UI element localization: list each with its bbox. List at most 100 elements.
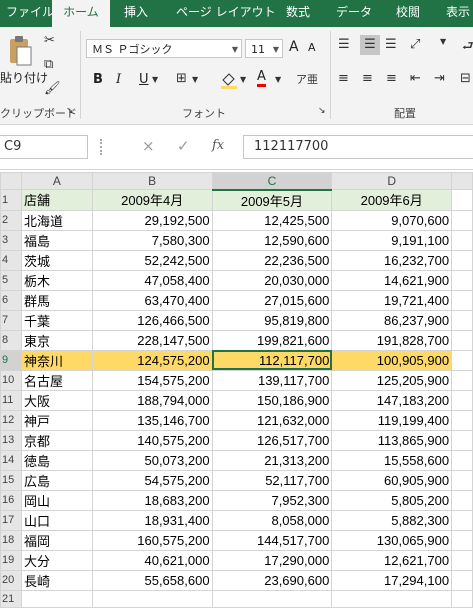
font-name-dropdown[interactable]: ＭＳ Ｐゴシック ▼	[86, 39, 242, 58]
name-box[interactable]: C9	[0, 135, 88, 159]
paste-icon[interactable]	[6, 35, 34, 67]
chevron-down-icon[interactable]: ▼	[192, 75, 198, 84]
tab-page-layout[interactable]: ページ レイアウト	[176, 0, 276, 27]
column-header[interactable]: B	[91, 172, 213, 190]
row-header[interactable]: 7	[0, 309, 22, 331]
empty-cell[interactable]	[451, 229, 473, 251]
value-cell[interactable]: 113,865,900	[331, 429, 453, 451]
empty-cell[interactable]	[331, 589, 453, 608]
phonetic-icon[interactable]: ア亜	[296, 71, 318, 87]
column-title-cell[interactable]: 店舗	[20, 189, 93, 211]
store-cell[interactable]: 茨城	[20, 249, 93, 271]
empty-cell[interactable]	[451, 569, 473, 591]
empty-cell[interactable]	[451, 209, 473, 231]
value-cell[interactable]: 17,290,000	[211, 549, 333, 571]
empty-cell[interactable]	[451, 269, 473, 291]
chevron-down-icon[interactable]: ▼	[152, 75, 158, 84]
value-cell[interactable]: 7,580,300	[91, 229, 213, 251]
merge-center-icon[interactable]: ⊟	[460, 71, 471, 86]
value-cell[interactable]: 14,621,900	[331, 269, 453, 291]
value-cell[interactable]: 55,658,600	[91, 569, 213, 591]
store-cell[interactable]: 広島	[20, 469, 93, 491]
column-title-cell[interactable]: 2009年4月	[91, 189, 213, 211]
value-cell[interactable]: 5,805,200	[331, 489, 453, 511]
store-cell[interactable]: 神奈川	[20, 349, 93, 371]
value-cell[interactable]: 147,183,200	[331, 389, 453, 411]
value-cell[interactable]: 19,721,400	[331, 289, 453, 311]
store-cell[interactable]: 岡山	[20, 489, 93, 511]
value-cell[interactable]: 18,683,200	[91, 489, 213, 511]
value-cell[interactable]: 12,590,600	[211, 229, 333, 251]
value-cell[interactable]: 126,517,700	[211, 429, 333, 451]
empty-cell[interactable]	[451, 189, 473, 211]
tab-file[interactable]: ファイル	[6, 0, 54, 27]
empty-cell[interactable]	[211, 589, 333, 608]
row-header[interactable]: 6	[0, 289, 22, 311]
row-header[interactable]: 9	[0, 349, 22, 371]
value-cell[interactable]: 40,621,000	[91, 549, 213, 571]
insert-function-icon[interactable]: fx	[212, 138, 224, 153]
empty-cell[interactable]	[451, 369, 473, 391]
value-cell[interactable]: 144,517,700	[211, 529, 333, 551]
value-cell[interactable]: 47,058,400	[91, 269, 213, 291]
align-middle-icon[interactable]: ☰	[360, 35, 380, 55]
value-cell[interactable]: 60,905,900	[331, 469, 453, 491]
store-cell[interactable]: 徳島	[20, 449, 93, 471]
row-header[interactable]: 18	[0, 529, 22, 551]
tab-home[interactable]: ホーム	[52, 0, 110, 27]
copy-icon[interactable]: ⧉	[44, 57, 53, 72]
tab-review[interactable]: 校閲	[396, 0, 420, 27]
store-cell[interactable]: 千葉	[20, 309, 93, 331]
row-header[interactable]: 16	[0, 489, 22, 511]
cut-icon[interactable]: ✂	[44, 33, 55, 48]
bold-button[interactable]: B	[93, 72, 103, 87]
tab-insert[interactable]: 挿入	[124, 0, 148, 27]
decrease-indent-icon[interactable]: ⇤	[410, 71, 421, 86]
store-cell[interactable]: 長崎	[20, 569, 93, 591]
empty-cell[interactable]	[451, 309, 473, 331]
tab-formulas[interactable]: 数式	[286, 0, 310, 27]
column-header[interactable]: D	[331, 172, 453, 190]
value-cell[interactable]: 9,070,600	[331, 209, 453, 231]
value-cell[interactable]: 29,192,500	[91, 209, 213, 231]
value-cell[interactable]: 5,882,300	[331, 509, 453, 531]
font-color-button[interactable]: A	[257, 70, 266, 87]
empty-cell[interactable]	[451, 449, 473, 471]
value-cell[interactable]: 16,232,700	[331, 249, 453, 271]
row-header[interactable]: 4	[0, 249, 22, 271]
cancel-icon[interactable]: ×	[142, 137, 155, 155]
value-cell[interactable]: 130,065,900	[331, 529, 453, 551]
empty-cell[interactable]	[91, 589, 213, 608]
value-cell[interactable]: 121,632,000	[211, 409, 333, 431]
empty-cell[interactable]	[451, 249, 473, 271]
value-cell[interactable]: 150,186,900	[211, 389, 333, 411]
wrap-text-icon[interactable]: ⮐	[462, 37, 473, 59]
empty-cell[interactable]	[451, 329, 473, 351]
row-header[interactable]: 19	[0, 549, 22, 571]
value-cell[interactable]: 63,470,400	[91, 289, 213, 311]
font-size-dropdown[interactable]: 11 ▼	[245, 39, 283, 58]
value-cell[interactable]: 52,242,500	[91, 249, 213, 271]
value-cell[interactable]: 100,905,900	[331, 349, 453, 371]
tab-view[interactable]: 表示	[446, 0, 470, 27]
tab-data[interactable]: データ	[336, 0, 372, 27]
chevron-down-icon[interactable]: ▼	[275, 75, 281, 84]
value-cell[interactable]: 12,425,500	[211, 209, 333, 231]
value-cell[interactable]: 50,073,200	[91, 449, 213, 471]
empty-cell[interactable]	[451, 429, 473, 451]
row-header[interactable]: 5	[0, 269, 22, 291]
align-top-icon[interactable]: ☰	[338, 37, 350, 52]
row-header[interactable]: 3	[0, 229, 22, 251]
store-cell[interactable]: 大分	[20, 549, 93, 571]
value-cell[interactable]: 154,575,200	[91, 369, 213, 391]
value-cell[interactable]: 139,117,700	[211, 369, 333, 391]
value-cell[interactable]: 135,146,700	[91, 409, 213, 431]
store-cell[interactable]: 福島	[20, 229, 93, 251]
align-right-icon[interactable]: ≡	[386, 71, 397, 86]
value-cell[interactable]: 124,575,200	[91, 349, 213, 371]
row-header[interactable]: 13	[0, 429, 22, 451]
store-cell[interactable]: 福岡	[20, 529, 93, 551]
value-cell[interactable]: 95,819,800	[211, 309, 333, 331]
value-cell[interactable]: 54,575,200	[91, 469, 213, 491]
orientation-icon[interactable]: ⤢	[410, 37, 420, 52]
